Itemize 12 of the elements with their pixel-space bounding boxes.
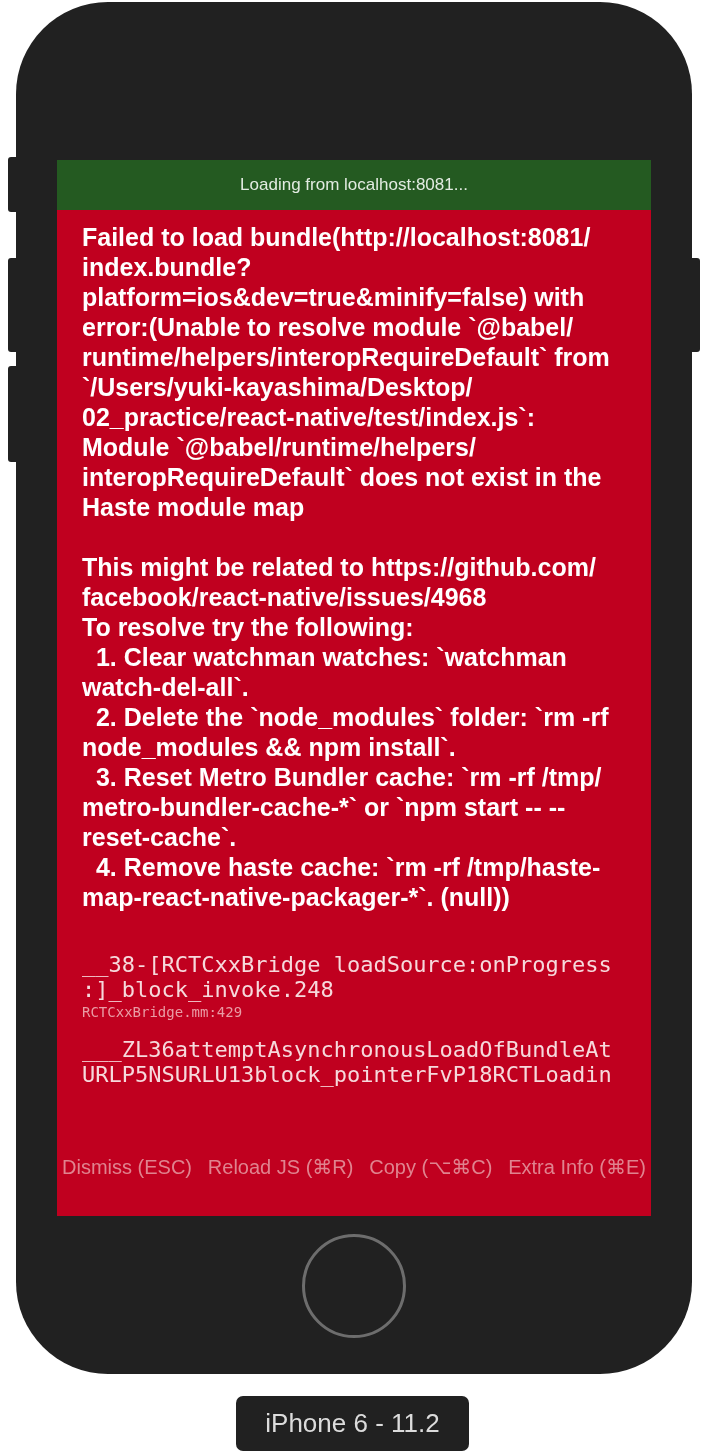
- loading-banner: Loading from localhost:8081...: [57, 160, 651, 210]
- error-message: Failed to load bundle(http://localhost:8081/ index.bundle? platform=ios&dev=true&minify=false) with error:(Unable to resolve module `@babel/ runtime/helpers/interopRequireDefault` from `/Users/yuki-kayashima/Desktop/ 02_practice/react-native/test/index.js`: Module `@babel/runtime/helpers/ interopRequireDefault` does not exist in the Haste module map: [82, 222, 611, 522]
- action-button[interactable]: Reload JS (⌘R): [207, 1155, 354, 1179]
- action-button[interactable]: Extra Info (⌘E): [508, 1155, 646, 1179]
- action-button[interactable]: Copy (⌥⌘C): [369, 1155, 493, 1179]
- device-label: iPhone 6 - 11.2: [236, 1396, 469, 1451]
- stack-frame-method: __38-[RCTCxxBridge loadSource:onProgress:]_block_invoke.248: [82, 952, 613, 1002]
- stack-frame-file: RCTCxxBridge.mm:429: [82, 1003, 243, 1022]
- stack-frame-method: ___ZL36attemptAsynchronousLoadOfBundleAtURLP5NSURLU13block_pointerFvP18RCTLoadin: [82, 1037, 613, 1087]
- error-message: This might be related to https://github.com/ facebook/react-native/issues/4968 To resolve try the following: 1. Clear watchman watches: `watchman watch-del-all`. 2. Delete the `node_modules` folder: `rm -rf node_modules && npm install`. 3. Reset Metro Bundler cache: `rm -rf /tmp/ metro-bundler-cache-*` or `npm start -- -- reset-cache`. 4. Remove haste cache: `rm -rf /tmp/haste- map-react-native-packager-*`. (null)): [82, 552, 610, 912]
- home-button[interactable]: [302, 1234, 406, 1338]
- action-button[interactable]: Dismiss (ESC): [62, 1155, 192, 1179]
